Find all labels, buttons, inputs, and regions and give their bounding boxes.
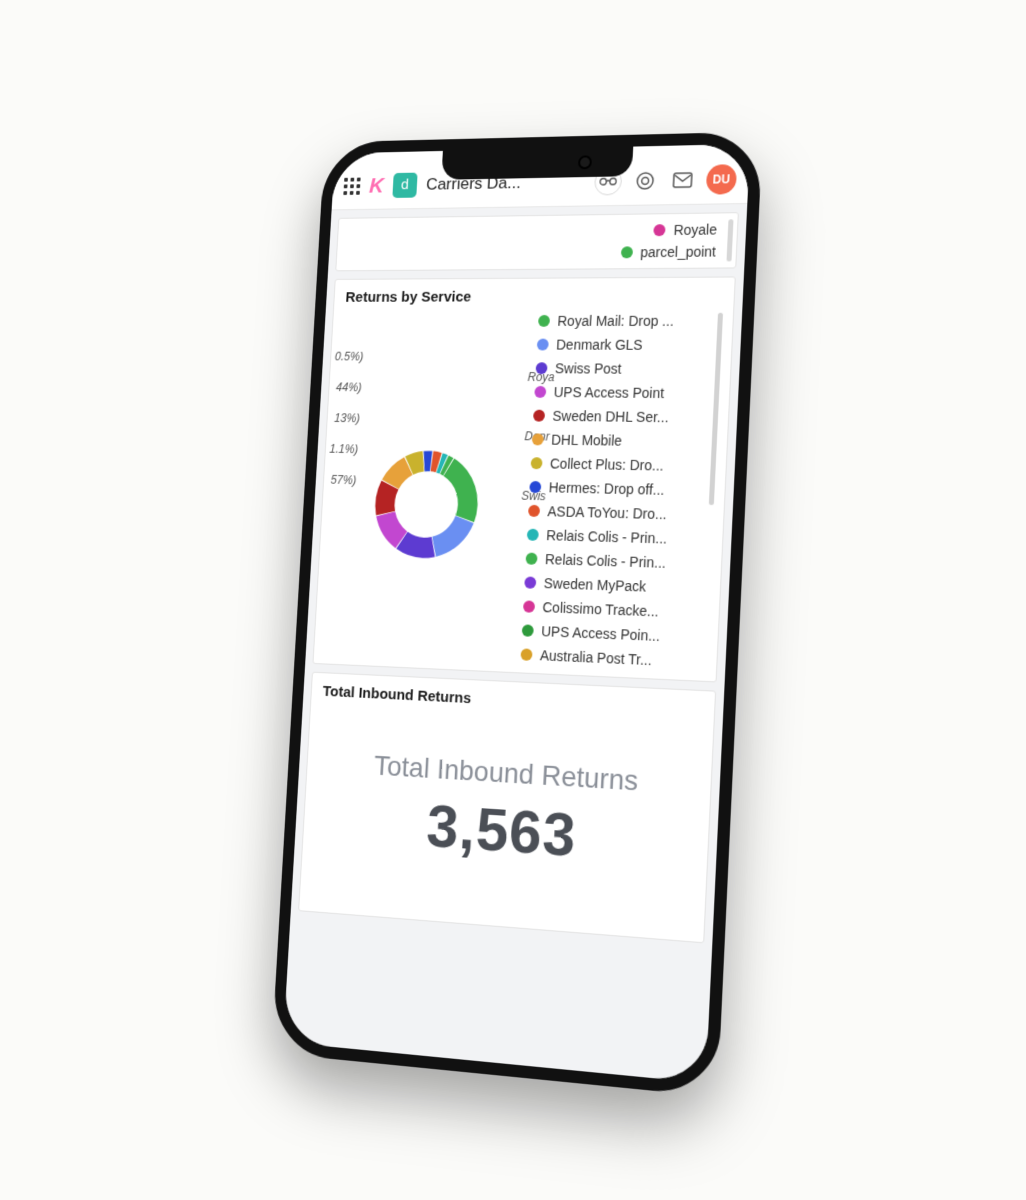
slice-pct-label: 44%) bbox=[336, 380, 362, 394]
legend-item[interactable]: Relais Colis - Prin... bbox=[525, 551, 701, 573]
legend-item[interactable]: Colissimo Tracke... bbox=[523, 598, 699, 621]
legend-item[interactable]: Royale bbox=[654, 221, 718, 238]
carriers-legend-panel: Royale parcel_point bbox=[335, 212, 739, 271]
legend-dot-icon bbox=[522, 624, 534, 636]
legend-item[interactable]: UPS Access Point bbox=[534, 384, 709, 402]
legend-item[interactable]: Relais Colis - Prin... bbox=[527, 527, 703, 548]
legend-label: Colissimo Tracke... bbox=[542, 599, 659, 619]
legend-item[interactable]: parcel_point bbox=[620, 244, 716, 261]
slice-pct-label: 57%) bbox=[330, 473, 356, 487]
legend-label: ASDA ToYou: Dro... bbox=[547, 503, 667, 522]
legend-label: Sweden DHL Ser... bbox=[552, 408, 669, 425]
apps-grid-icon[interactable] bbox=[343, 177, 360, 194]
legend-item[interactable]: Collect Plus: Dro... bbox=[530, 455, 706, 474]
legend-label: Royale bbox=[673, 221, 717, 238]
legend-dot-icon bbox=[533, 410, 545, 422]
legend-item[interactable]: UPS Access Poin... bbox=[522, 622, 698, 645]
panel-title: Returns by Service bbox=[345, 288, 722, 306]
legend-label: Collect Plus: Dro... bbox=[550, 456, 664, 474]
legend-item[interactable]: Sweden DHL Ser... bbox=[533, 408, 708, 426]
slice-pct-label: 0.5%) bbox=[334, 350, 363, 364]
legend-label: Relais Colis - Prin... bbox=[545, 551, 667, 571]
donut-slice[interactable] bbox=[431, 515, 474, 557]
metric-value: 3,563 bbox=[425, 791, 578, 871]
legend-dot-icon bbox=[654, 224, 666, 236]
donut-slice[interactable] bbox=[423, 451, 433, 472]
legend-dot-icon bbox=[525, 553, 537, 565]
legend-dot-icon bbox=[527, 529, 539, 541]
phone-notch bbox=[441, 145, 633, 180]
legend-item[interactable]: Australia Post Tr... bbox=[520, 646, 696, 670]
help-icon[interactable] bbox=[631, 166, 660, 194]
legend-label: Royal Mail: Drop ... bbox=[557, 313, 674, 329]
mail-icon[interactable] bbox=[668, 165, 697, 193]
donut-chart[interactable] bbox=[362, 440, 491, 570]
legend-item[interactable]: DHL Mobile bbox=[532, 431, 708, 450]
legend-dot-icon bbox=[520, 648, 532, 661]
legend-dot-icon bbox=[528, 505, 540, 517]
legend-dot-icon bbox=[537, 339, 549, 351]
legend-label: Denmark GLS bbox=[556, 337, 643, 353]
slice-pct-label: 1.1%) bbox=[329, 442, 358, 456]
legend-label: Swiss Post bbox=[555, 360, 622, 376]
metric-label: Total Inbound Returns bbox=[373, 750, 639, 798]
legend-label: DHL Mobile bbox=[551, 432, 623, 449]
legend-label: Australia Post Tr... bbox=[540, 647, 652, 668]
legend-dot-icon bbox=[534, 386, 546, 398]
workspace-badge[interactable]: d bbox=[392, 172, 417, 197]
app-screen: K d Carriers Da... DU Royaleparcel_point… bbox=[283, 144, 750, 1083]
legend-label: Relais Colis - Prin... bbox=[546, 527, 667, 546]
legend-dot-icon bbox=[532, 433, 544, 445]
legend-item[interactable]: ASDA ToYou: Dro... bbox=[528, 503, 704, 523]
scrollbar[interactable] bbox=[726, 219, 733, 261]
slice-pct-label: 13%) bbox=[334, 411, 360, 425]
legend-dot-icon bbox=[621, 246, 633, 258]
service-legend: Royal Mail: Drop ... Denmark GLS Swiss Pos… bbox=[520, 313, 721, 671]
legend-dot-icon bbox=[530, 457, 542, 469]
returns-by-service-panel: Returns by Service 0.5%) 44%) 13%) 1.1%) 57%… bbox=[312, 276, 735, 682]
legend-item[interactable]: Denmark GLS bbox=[537, 337, 712, 353]
legend-dot-icon bbox=[523, 600, 535, 612]
legend-item[interactable]: Hermes: Drop off... bbox=[529, 479, 705, 499]
legend-label: parcel_point bbox=[640, 244, 716, 261]
total-inbound-panel: Total Inbound Returns Total Inbound Retu… bbox=[298, 672, 716, 944]
legend-label: UPS Access Point bbox=[553, 384, 664, 401]
legend-label: Hermes: Drop off... bbox=[548, 479, 664, 498]
donut-chart-area: 0.5%)44%)13%)1.1%)57%) RoyaDenrSwis bbox=[325, 313, 531, 662]
legend-item[interactable]: Swiss Post bbox=[535, 360, 710, 377]
kibana-logo-icon[interactable]: K bbox=[369, 173, 385, 198]
legend-label: UPS Access Poin... bbox=[541, 623, 660, 644]
legend-dot-icon bbox=[529, 481, 541, 493]
legend-label: Sweden MyPack bbox=[543, 575, 646, 595]
phone-frame: K d Carriers Da... DU Royaleparcel_point… bbox=[271, 132, 762, 1098]
user-avatar[interactable]: DU bbox=[706, 164, 737, 195]
legend-dot-icon bbox=[524, 576, 536, 588]
legend-dot-icon bbox=[538, 315, 550, 327]
legend-item[interactable]: Sweden MyPack bbox=[524, 574, 700, 596]
legend-item[interactable]: Royal Mail: Drop ... bbox=[538, 313, 713, 329]
legend-dot-icon bbox=[535, 362, 547, 374]
